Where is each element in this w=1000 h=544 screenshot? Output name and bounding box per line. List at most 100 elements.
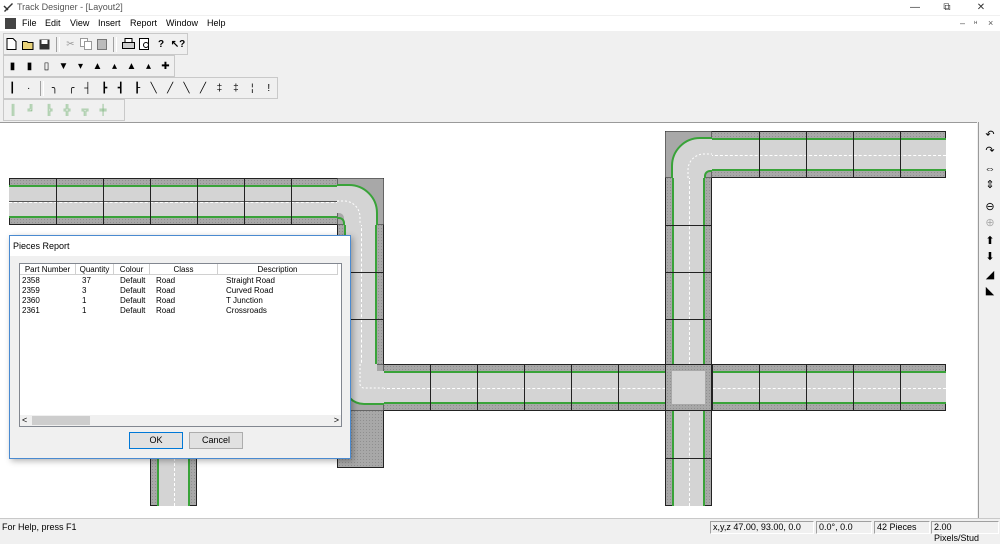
scrollbar-thumb[interactable] [32,416,90,425]
pier-1-icon[interactable]: ▮ [6,59,19,73]
slope-down-icon[interactable]: ◣ [983,284,997,298]
flip-vertical-icon[interactable]: ⇕ [983,178,997,192]
road-top-right [705,138,946,171]
table-row[interactable]: 2359 3 Default Road Curved Road [20,286,334,296]
scroll-left-button[interactable]: < [22,415,27,426]
context-help-icon[interactable]: ↖? [171,37,186,51]
road-curve-top-left [337,178,384,225]
uncoupler-icon[interactable]: ! [263,81,275,95]
pieces-report-dialog: Pieces Report Part Number Quantity Colou… [9,235,351,459]
save-icon[interactable] [39,37,51,51]
point-4-icon[interactable]: ┠ [131,81,143,95]
mdi-close-button[interactable]: × [988,18,993,28]
road-main-horizontal [377,371,946,404]
raise-icon[interactable]: ⬆ [983,234,997,248]
dialog-title: Pieces Report [13,241,70,251]
buffer-1-icon[interactable]: ‡ [213,81,225,95]
status-angle: 0.0°, 0.0 [816,521,872,534]
status-coordinates: x,y,z 47.00, 93.00, 0.0 [710,521,814,534]
restore-button[interactable]: ⧉ [932,0,962,15]
paste-icon[interactable] [96,37,108,51]
standard-toolbar: ✂ ? ↖? [3,33,188,55]
document-icon[interactable] [5,18,16,29]
menu-insert[interactable]: Insert [98,18,121,28]
column-description[interactable]: Description [218,264,338,275]
print-preview-icon[interactable] [139,37,151,51]
flip-horizontal-icon[interactable]: ⇔ [983,162,997,176]
table-row[interactable]: 2360 1 Default Road T Junction [20,296,334,306]
road-toolbar: ║ ╝ ╠ ╬ ╦ ╪ [3,99,125,121]
copy-icon[interactable] [80,37,93,51]
about-icon[interactable]: ? [155,37,167,51]
menu-file[interactable]: File [22,18,37,28]
menu-edit[interactable]: Edit [45,18,61,28]
road-right-vertical [672,171,705,506]
buffer-2-icon[interactable]: ‡ [230,81,242,95]
point-1-icon[interactable]: ┤ [82,81,94,95]
close-button[interactable]: ✕ [966,0,996,15]
status-bar: For Help, press F1 x,y,z 47.00, 93.00, 0… [0,518,1000,543]
menu-view[interactable]: View [70,18,89,28]
open-file-icon[interactable] [21,37,35,51]
crossing-2-icon[interactable]: ╱ [164,81,176,95]
road-t-icon[interactable]: ╠ [42,103,56,117]
point-3-icon[interactable]: ┫ [115,81,127,95]
status-piece-count: 42 Pieces [874,521,930,534]
pieces-list[interactable]: Part Number Quantity Colour Class Descri… [19,263,342,427]
ok-button[interactable]: OK [129,432,183,449]
print-icon[interactable] [122,37,136,51]
menu-report[interactable]: Report [130,18,157,28]
signal-icon[interactable]: ¦ [246,81,258,95]
pier-9-icon[interactable]: ▴ [142,59,155,73]
column-colour[interactable]: Colour [114,264,150,275]
road-curve-icon[interactable]: ╝ [24,103,38,117]
zoom-in-icon[interactable]: ⊕ [983,216,997,230]
road-stub [157,458,190,506]
pier-8-icon[interactable]: ▲ [125,59,138,73]
menu-window[interactable]: Window [166,18,198,28]
cut-icon[interactable]: ✂ [65,37,77,51]
pier-3-icon[interactable]: ▯ [40,59,53,73]
zoom-out-icon[interactable]: ⊖ [983,200,997,214]
track-toolbar: ┃ · ╮ ╭ ┤ ┣ ┫ ┠ ╲ ╱ ╲ ╱ ‡ ‡ ¦ ! [3,77,278,99]
straight-track-icon[interactable]: ┃ [6,81,18,95]
right-toolbar: ↶ ↷ ⇔ ⇕ ⊖ ⊕ ⬆ ⬇ ◢ ◣ [978,122,1000,518]
pier-6-icon[interactable]: ▲ [91,59,104,73]
cancel-button[interactable]: Cancel [189,432,243,449]
new-file-icon[interactable] [6,37,18,51]
pier-10-icon[interactable]: ✚ [159,59,172,73]
pier-7-icon[interactable]: ▴ [108,59,121,73]
rotate-left-icon[interactable]: ↶ [983,128,997,142]
table-row[interactable]: 2361 1 Default Road Crossroads [20,306,334,316]
horizontal-scrollbar[interactable]: < > [20,415,341,426]
flex-2-icon[interactable]: ╱ [197,81,209,95]
crossing-1-icon[interactable]: ╲ [147,81,159,95]
point-2-icon[interactable]: ┣ [98,81,110,95]
curve-left-icon[interactable]: ╮ [49,81,61,95]
pier-2-icon[interactable]: ▮ [23,59,36,73]
road-plate-icon[interactable]: ╪ [96,103,110,117]
scroll-right-button[interactable]: > [334,415,339,426]
minimize-button[interactable]: — [900,0,930,15]
menu-help[interactable]: Help [207,18,226,28]
pier-4-icon[interactable]: ▼ [57,59,70,73]
road-end-icon[interactable]: ╦ [78,103,92,117]
road-straight-icon[interactable]: ║ [6,103,20,117]
rotate-right-icon[interactable]: ↷ [983,144,997,158]
table-row[interactable]: 2358 37 Default Road Straight Road [20,276,334,286]
flex-1-icon[interactable]: ╲ [180,81,192,95]
pier-toolbar: ▮ ▮ ▯ ▼ ▾ ▲ ▴ ▲ ▴ ✚ [3,55,175,77]
lower-icon[interactable]: ⬇ [983,250,997,264]
pier-5-icon[interactable]: ▾ [74,59,87,73]
mdi-minimize-button[interactable]: – [960,18,965,28]
mdi-restore-button[interactable]: ᵸ [974,18,977,28]
column-part-number[interactable]: Part Number [20,264,76,275]
short-track-icon[interactable]: · [22,81,34,95]
curve-right-icon[interactable]: ╭ [65,81,77,95]
road-cross-icon[interactable]: ╬ [60,103,74,117]
toolbar-area: ✂ ? ↖? ▮ ▮ ▯ ▼ ▾ ▲ ▴ ▲ ▴ ✚ ┃ · ╮ ╭ ┤ ┣ ┫… [0,32,1000,122]
column-class[interactable]: Class [150,264,218,275]
slope-up-icon[interactable]: ◢ [983,268,997,282]
dialog-title-bar: Pieces Report [10,236,350,256]
column-quantity[interactable]: Quantity [76,264,114,275]
